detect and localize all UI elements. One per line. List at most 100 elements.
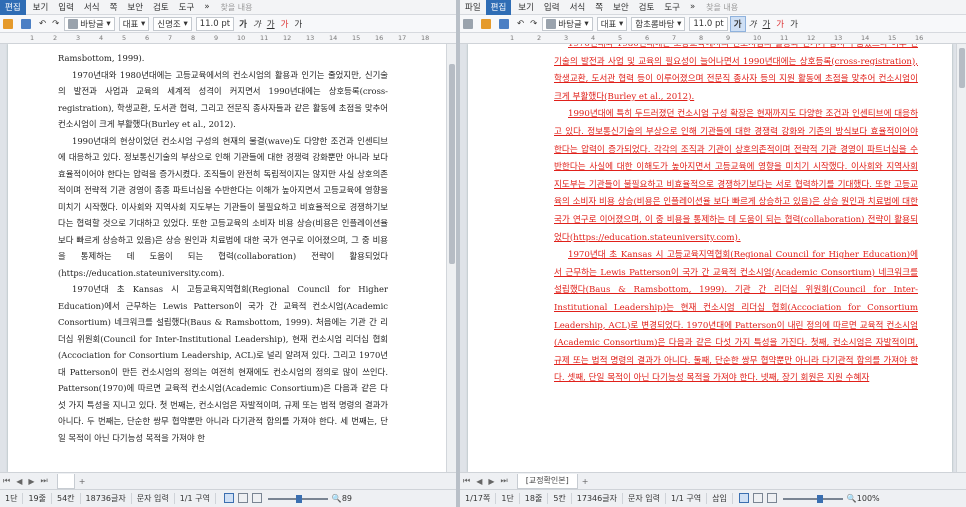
tab-last-icon[interactable]: ⏭	[498, 476, 511, 486]
bold-button[interactable]: 가	[236, 16, 250, 32]
ruler-tick-label: 13	[834, 34, 843, 42]
view-web-button[interactable]	[752, 492, 763, 503]
left-paragraph: 1970년대 초 Kansas 시 고등교육지역협회(Regional Coun…	[58, 284, 388, 443]
tab-next-icon[interactable]: ▶	[25, 477, 37, 486]
view-outline-button[interactable]	[251, 492, 262, 503]
menu-edit[interactable]: 편집	[0, 0, 26, 15]
menu-format[interactable]: 서식	[565, 0, 591, 15]
ruler-tick-label: 4	[99, 34, 104, 42]
ruler-tick-label: 3	[564, 34, 569, 42]
para-style-select[interactable]: 대표 ▾	[118, 16, 150, 31]
underline-button[interactable]: 가	[759, 16, 773, 32]
menu-insert[interactable]: 입력	[53, 0, 79, 15]
undo-icon[interactable]: ↶	[514, 16, 527, 32]
open-icon[interactable]	[0, 16, 18, 32]
para-style-select[interactable]: 대표 ▾	[596, 16, 628, 31]
menu-security[interactable]: 보안	[608, 0, 634, 15]
menu-more-button[interactable]: »	[685, 0, 700, 15]
menu-file[interactable]: 파일	[460, 0, 486, 15]
zoom-slider[interactable]	[782, 494, 843, 503]
style-icon	[68, 18, 79, 29]
left-vertical-scrollbar[interactable]	[446, 44, 456, 472]
menu-insert[interactable]: 입력	[539, 0, 565, 15]
menu-edit[interactable]: 편집	[485, 0, 512, 15]
menu-format[interactable]: 서식	[79, 0, 105, 15]
view-normal-button[interactable]	[738, 492, 749, 503]
italic-button[interactable]: 가	[250, 16, 264, 32]
font-color-button[interactable]: 가	[278, 16, 292, 32]
menu-page[interactable]: 쪽	[590, 0, 608, 15]
font-size-input[interactable]: 11.0 pt	[195, 16, 235, 31]
font-select[interactable]: 신명조 ▾	[153, 16, 192, 31]
menu-security[interactable]: 보안	[122, 0, 148, 15]
view-outline-button[interactable]	[766, 492, 777, 503]
tab-first-icon[interactable]: ⏮	[460, 476, 473, 486]
view-normal-button[interactable]	[223, 492, 234, 503]
ruler-tick-label: 15	[352, 34, 361, 42]
ruler-tick-label: 14	[329, 34, 338, 42]
zoom-slider[interactable]	[267, 494, 328, 503]
menu-page[interactable]: 쪽	[105, 0, 123, 15]
status-char-count: 18736글자	[81, 493, 132, 504]
menu-search-input[interactable]: 찾을 내용	[221, 2, 253, 13]
tab-first-icon[interactable]: ⏮	[0, 476, 13, 486]
zoom-slider-knob[interactable]	[816, 494, 823, 503]
zoom-icon[interactable]: 🔍	[847, 494, 857, 503]
left-paragraph: 1970년대와 1980년대에는 고등교육에서의 컨소시엄의 활용과 인기는 줄…	[58, 69, 388, 130]
menu-search-input[interactable]: 찾을 내용	[706, 2, 738, 13]
menu-tools[interactable]: 도구	[659, 0, 685, 15]
status-char-count: 17346글자	[572, 493, 623, 504]
style-select[interactable]: 바탕글 ▾	[64, 16, 115, 31]
tab-last-icon[interactable]: ⏭	[38, 476, 51, 486]
tab-next-icon[interactable]: ▶	[485, 477, 497, 486]
left-paragraph: 1990년대의 현상이었던 컨소시엄 구성의 현재의 물결(wave)도 다양한…	[58, 135, 388, 278]
zoom-icon[interactable]: 🔍	[332, 494, 342, 503]
font-select[interactable]: 함초롬바탕 ▾	[631, 16, 686, 31]
status-column: 1단	[496, 493, 520, 504]
right-tabbar: ⏮ ◀ ▶ ⏭ [교정확인본] +	[460, 472, 966, 489]
bold-button[interactable]: 가	[729, 15, 746, 32]
document-tab[interactable]	[56, 473, 75, 489]
menu-review[interactable]: 검토	[148, 0, 174, 15]
ruler-tick-label: 3	[76, 34, 81, 42]
ruler-tick-label: 10	[753, 34, 762, 42]
document-tab[interactable]: [교정확인본]	[516, 473, 578, 489]
tab-prev-icon[interactable]: ◀	[473, 477, 485, 486]
left-paragraph: Ramsbottom, 1999).	[58, 53, 145, 63]
scroll-thumb[interactable]	[449, 64, 455, 264]
status-section: 1/1 구역	[175, 493, 216, 504]
menu-tools[interactable]: 도구	[174, 0, 200, 15]
ruler-tick-label: 13	[306, 34, 315, 42]
tab-prev-icon[interactable]: ◀	[13, 477, 25, 486]
view-web-button[interactable]	[237, 492, 248, 503]
menu-view[interactable]: 보기	[513, 0, 539, 15]
status-char-pos: 5칸	[548, 493, 572, 504]
menu-more-button[interactable]: »	[199, 0, 214, 15]
menu-view[interactable]: 보기	[28, 0, 54, 15]
scroll-thumb[interactable]	[959, 48, 965, 88]
highlight-button[interactable]: 가	[787, 16, 801, 32]
font-color-button[interactable]: 가	[773, 16, 787, 32]
open-icon[interactable]	[478, 16, 496, 32]
underline-button[interactable]: 가	[264, 16, 278, 32]
right-paragraph: 1970년대 초 Kansas 시 고등교육지역협회(Regional Coun…	[554, 250, 918, 384]
redo-icon[interactable]: ↷	[49, 16, 62, 32]
ruler-tick-label: 1	[30, 34, 35, 42]
zoom-slider-knob[interactable]	[295, 494, 302, 503]
add-tab-button[interactable]: +	[79, 477, 86, 486]
redo-icon[interactable]: ↷	[527, 16, 540, 32]
right-vertical-scrollbar[interactable]	[956, 44, 966, 472]
new-doc-icon[interactable]	[460, 16, 478, 32]
add-tab-button[interactable]: +	[582, 477, 589, 486]
font-size-input[interactable]: 11.0 pt	[689, 16, 728, 31]
right-document-area: 1970년대와 1980년대에는 고등교육에서의 컨소시엄의 활용과 인기가 잠…	[460, 44, 966, 472]
zoom-level: 100%	[856, 494, 880, 503]
menu-review[interactable]: 검토	[634, 0, 660, 15]
highlight-button[interactable]: 가	[291, 16, 305, 32]
save-icon[interactable]	[18, 16, 36, 32]
save-icon[interactable]	[496, 16, 514, 32]
italic-button[interactable]: 가	[746, 16, 760, 32]
style-select[interactable]: 바탕글 ▾	[542, 16, 593, 31]
undo-icon[interactable]: ↶	[36, 16, 49, 32]
ruler-tick-label: 11	[260, 34, 269, 42]
